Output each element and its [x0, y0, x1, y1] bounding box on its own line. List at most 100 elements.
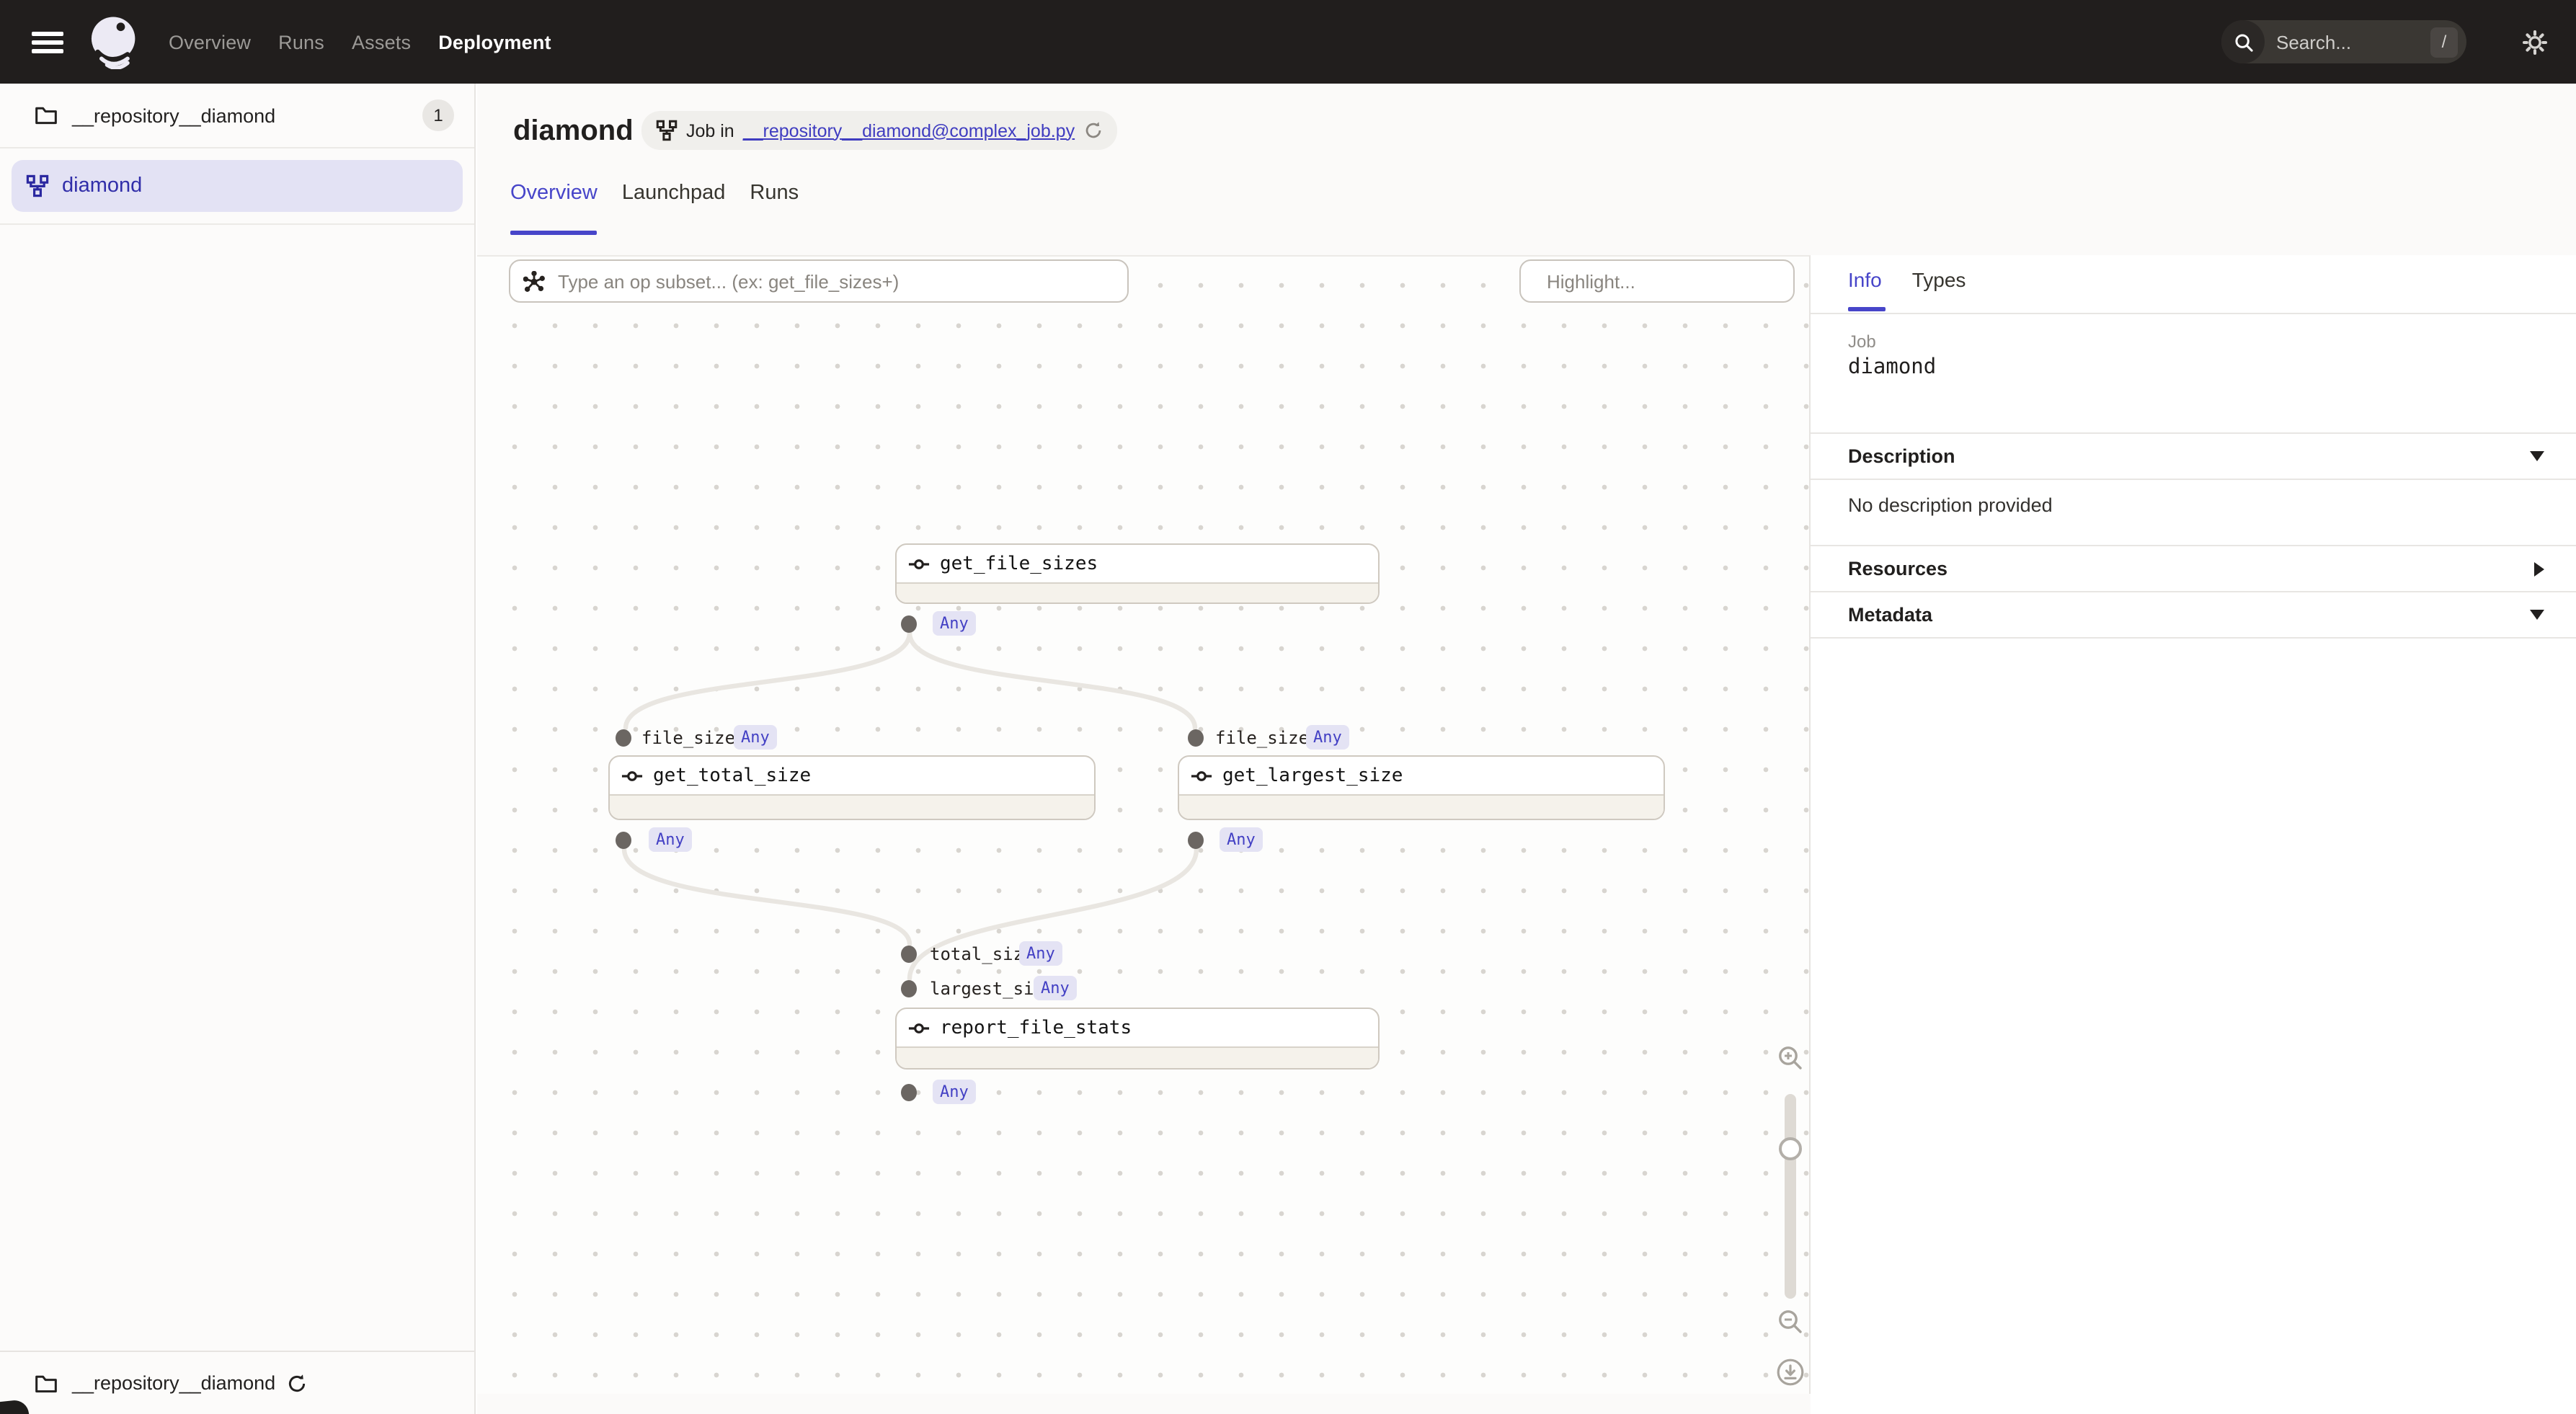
input-port — [901, 946, 917, 963]
op-node-get-largest-size[interactable]: get_largest_size — [1178, 755, 1665, 820]
zoom-slider-track[interactable] — [1785, 1094, 1796, 1299]
op-node-get-file-sizes[interactable]: get_file_sizes — [895, 543, 1380, 604]
input-port — [1188, 729, 1204, 747]
job-icon — [26, 174, 49, 197]
tab-info[interactable]: Info — [1848, 268, 1882, 291]
download-image-icon[interactable] — [1776, 1358, 1805, 1387]
type-badge[interactable]: Any — [1019, 941, 1062, 966]
folder-icon — [35, 105, 58, 125]
op-node-body — [897, 1046, 1378, 1068]
output-port — [901, 615, 917, 633]
op-node-body — [610, 794, 1094, 819]
op-name: get_largest_size — [1222, 765, 1403, 786]
page-title: diamond — [513, 115, 634, 148]
hamburger-menu-icon[interactable] — [32, 31, 63, 53]
zoom-slider-knob[interactable] — [1779, 1137, 1802, 1160]
repository-count-badge: 1 — [422, 99, 454, 131]
job-label: Job — [1848, 332, 1876, 352]
sidebar-repository-header[interactable]: __repository__diamond 1 — [0, 84, 474, 148]
type-badge[interactable]: Any — [649, 827, 692, 852]
output-port — [1188, 832, 1204, 849]
section-resources[interactable]: Resources — [1811, 546, 2576, 591]
nav-item-runs[interactable]: Runs — [278, 31, 324, 53]
repository-name: __repository__diamond — [72, 105, 422, 126]
op-graph-canvas[interactable]: get_file_sizes Any file_sizes Any file_s… — [477, 255, 1811, 1394]
op-name: get_total_size — [653, 765, 811, 786]
type-badge[interactable]: Any — [734, 725, 777, 750]
sidebar-footer: __repository__diamond — [0, 1351, 474, 1414]
chevron-right-icon — [2534, 561, 2544, 576]
type-badge[interactable]: Any — [1306, 725, 1349, 750]
details-tabs: Info Types — [1848, 268, 1966, 291]
input-name: file_sizes — [641, 726, 746, 750]
sidebar-item-label: diamond — [62, 174, 142, 197]
reload-repository-icon[interactable] — [287, 1373, 307, 1393]
section-label: Metadata — [1848, 604, 2530, 626]
output-port — [901, 1084, 917, 1101]
folder-icon — [35, 1373, 58, 1393]
dagster-logo-icon[interactable] — [86, 14, 141, 69]
sidebar-item-diamond[interactable]: diamond — [12, 160, 463, 212]
zoom-out-icon[interactable] — [1777, 1309, 1803, 1335]
top-nav: Overview Runs Assets Deployment Search..… — [0, 0, 2576, 84]
section-label: Description — [1848, 445, 2530, 467]
zoom-in-icon[interactable] — [1777, 1045, 1803, 1071]
nav-links: Overview Runs Assets Deployment — [169, 31, 551, 53]
op-icon — [621, 769, 643, 782]
output-port — [616, 832, 631, 849]
job-tabs: Overview Launchpad Runs — [510, 182, 799, 222]
type-badge[interactable]: Any — [1220, 827, 1263, 852]
graph-edges — [477, 257, 1811, 1394]
op-subset-filter[interactable] — [509, 259, 1129, 303]
highlight-input[interactable] — [1544, 269, 1803, 293]
chevron-down-icon — [2530, 451, 2544, 461]
sidebar-divider — [0, 223, 474, 225]
input-port — [616, 729, 631, 747]
nav-item-overview[interactable]: Overview — [169, 31, 251, 53]
tab-types[interactable]: Types — [1912, 268, 1966, 291]
divider — [1811, 313, 2576, 314]
job-origin-link[interactable]: __repository__diamond@complex_job.py — [743, 120, 1075, 141]
divider — [1811, 479, 2576, 480]
input-name: total_size — [930, 943, 1034, 966]
section-description[interactable]: Description — [1811, 434, 2576, 479]
input-name: file_sizes — [1215, 726, 1320, 750]
op-node-body — [1179, 794, 1664, 819]
section-label: Resources — [1848, 558, 2534, 579]
search-shortcut-key: / — [2430, 27, 2458, 57]
details-panel: Info Types Job diamond Description No de… — [1811, 255, 2576, 1414]
tab-runs[interactable]: Runs — [750, 182, 799, 222]
section-metadata[interactable]: Metadata — [1811, 592, 2576, 637]
op-icon — [908, 1021, 930, 1034]
nav-item-assets[interactable]: Assets — [352, 31, 411, 53]
type-badge[interactable]: Any — [933, 1080, 976, 1104]
type-badge[interactable]: Any — [1034, 976, 1077, 1000]
chevron-down-icon — [2530, 610, 2544, 620]
refresh-icon[interactable] — [1083, 121, 1102, 140]
op-selector-icon — [523, 270, 545, 292]
tab-overview[interactable]: Overview — [510, 182, 598, 222]
op-subset-input[interactable] — [555, 269, 1114, 293]
op-node-report-file-stats[interactable]: report_file_stats — [895, 1008, 1380, 1070]
job-value: diamond — [1848, 356, 1936, 379]
op-node-get-total-size[interactable]: get_total_size — [608, 755, 1096, 820]
job-origin-badge: Job in __repository__diamond@complex_job… — [641, 111, 1116, 150]
footer-repository-name: __repository__diamond — [72, 1372, 275, 1394]
op-node-body — [897, 582, 1378, 602]
input-port — [901, 980, 917, 997]
op-icon — [1191, 769, 1212, 782]
op-name: get_file_sizes — [940, 553, 1098, 574]
tab-launchpad[interactable]: Launchpad — [622, 182, 726, 222]
nav-item-deployment[interactable]: Deployment — [438, 31, 551, 53]
type-badge[interactable]: Any — [933, 611, 976, 636]
divider — [1811, 637, 2576, 639]
gear-icon[interactable] — [2523, 30, 2547, 55]
main-area: diamond Job in __repository__diamond@com… — [477, 84, 2576, 1414]
global-search[interactable]: Search... / — [2221, 20, 2466, 63]
search-icon — [2221, 20, 2265, 63]
sidebar: __repository__diamond 1 diamond __reposi… — [0, 84, 476, 1414]
op-icon — [908, 557, 930, 570]
empty-description-text: No description provided — [1848, 494, 2053, 516]
highlight-filter[interactable] — [1519, 259, 1795, 303]
search-placeholder: Search... — [2276, 31, 2430, 53]
